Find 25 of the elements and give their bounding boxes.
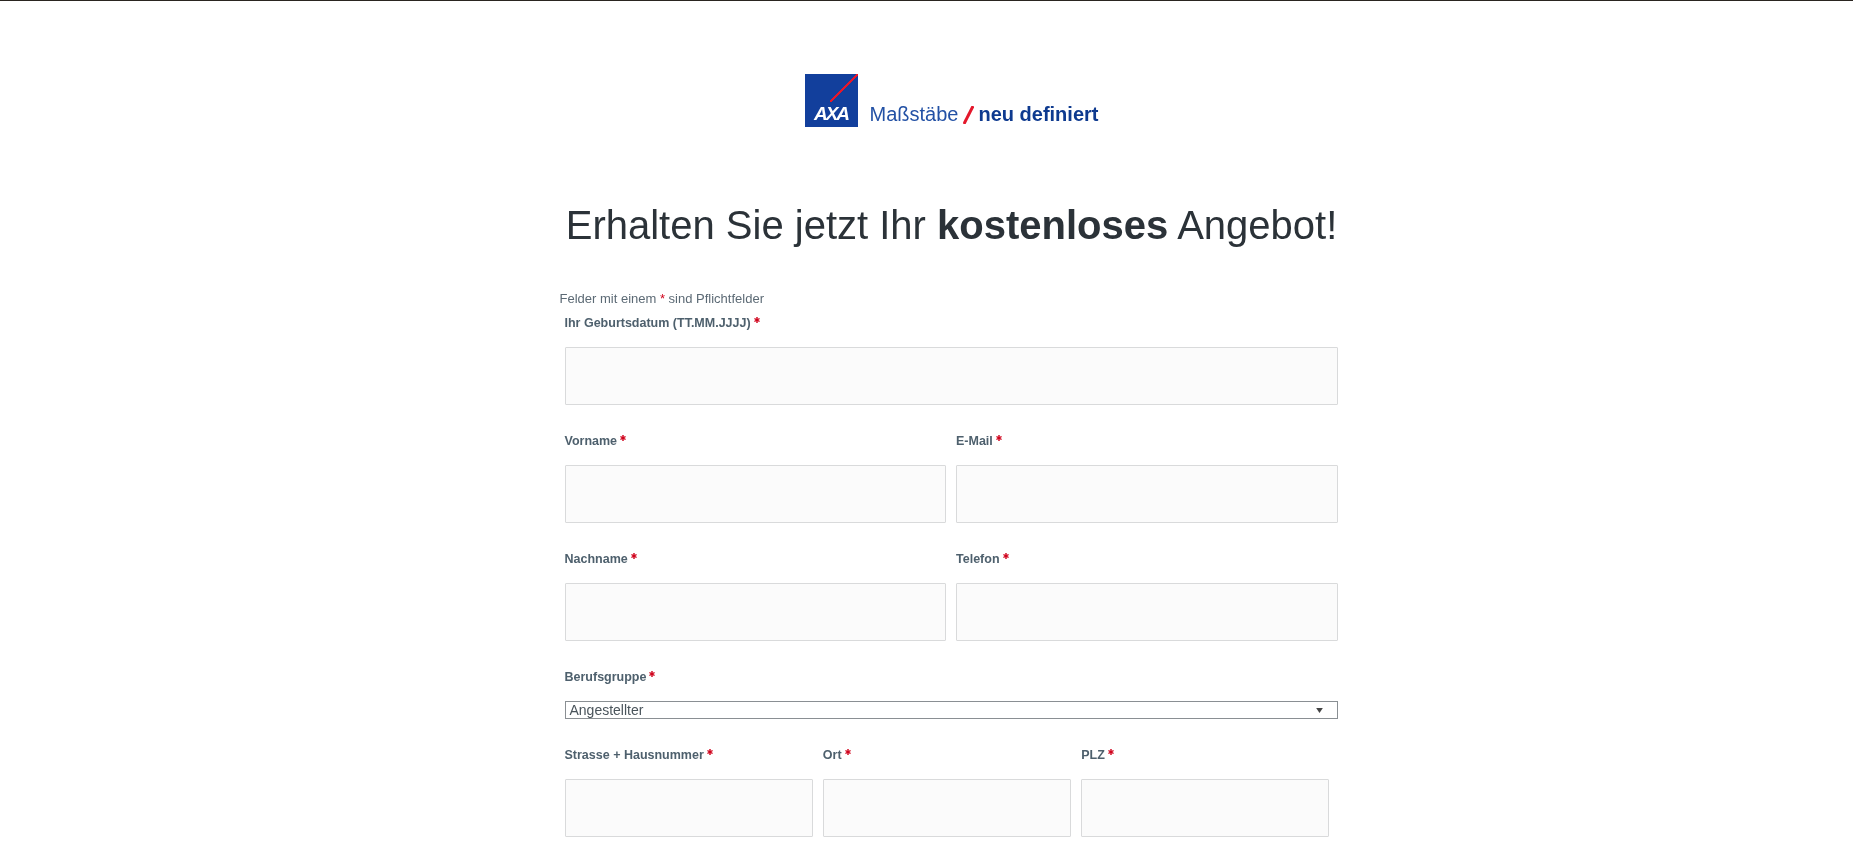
input-field[interactable]: [956, 465, 1338, 523]
field-label: E-Mail: [956, 433, 993, 450]
field-label: Ihr Geburtsdatum (TT.MM.JJJJ): [564, 315, 751, 332]
field-label: Nachname: [564, 551, 628, 568]
caret-icon: [1315, 707, 1323, 713]
field-label: Strasse + Hausnummer: [564, 747, 704, 764]
field-label: Vorname: [564, 433, 618, 450]
slash-icon: [963, 106, 975, 124]
input-field[interactable]: [564, 465, 946, 523]
page-heading: Erhalten Sie jetzt Ihr kostenloses Angebot!: [564, 202, 1339, 249]
field-label: Telefon: [956, 551, 1000, 568]
input-field[interactable]: [1081, 779, 1330, 837]
field-label: PLZ: [1081, 747, 1105, 764]
input-field[interactable]: [564, 779, 813, 837]
input-field[interactable]: [822, 779, 1072, 837]
input-field[interactable]: [564, 583, 946, 641]
required-fields-note: Felder mit einem * sind Pflichtfelder: [559, 290, 765, 308]
field-label: Berufsgruppe: [564, 669, 647, 686]
logo-mark: AXA: [804, 74, 858, 127]
logo-tagline: Maßstäbe: [869, 104, 959, 127]
input-field[interactable]: [564, 347, 1338, 405]
input-field[interactable]: [956, 583, 1338, 641]
dropdown-field[interactable]: Angestellter: [564, 701, 1338, 719]
field-label: Ort: [822, 747, 842, 764]
logo-tagline-bold: neu definiert: [978, 104, 1099, 127]
